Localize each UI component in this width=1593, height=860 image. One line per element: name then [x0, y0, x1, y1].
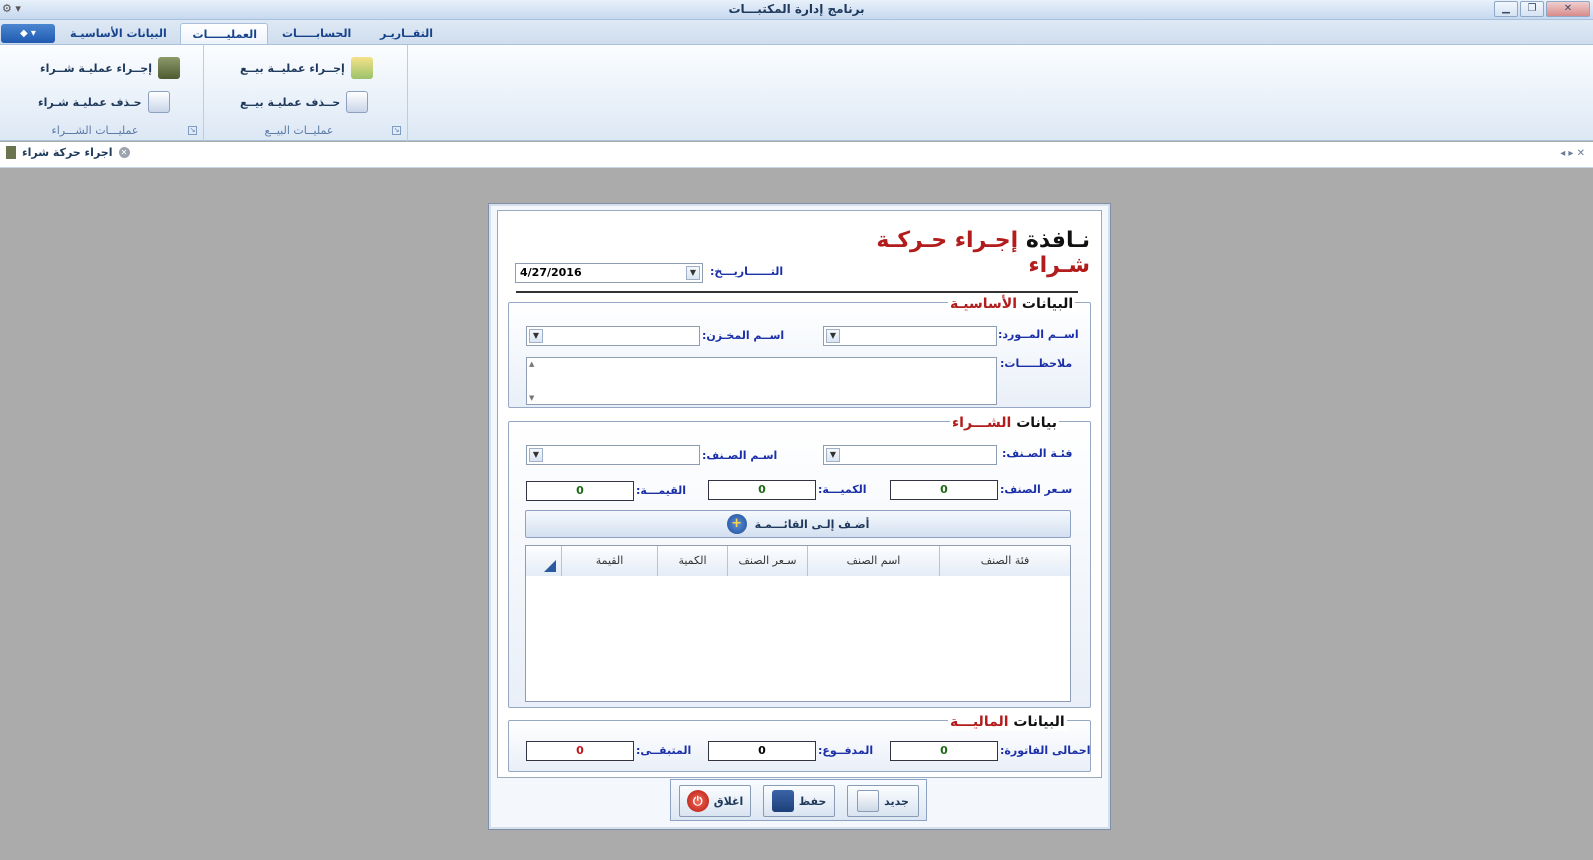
books-icon [158, 57, 180, 79]
value-input[interactable]: 0 [526, 481, 634, 501]
invoice-total-label: احمالى الفاتورة: [1000, 744, 1091, 757]
close-tab-icon[interactable]: ✕ [118, 147, 130, 158]
category-label: فئـة الصـنف: [1002, 447, 1073, 460]
sales-group-label: عمليــات البيــع [264, 124, 334, 137]
new-button[interactable]: جديد [847, 785, 919, 817]
books-icon [6, 146, 16, 159]
do-purchase-label: إجــراء عمليـة شــراء [40, 61, 152, 75]
tab-accounts[interactable]: الحسابـــــات [272, 23, 361, 44]
window-title-bar: ⚙ ▾ برنامج إدارة المكتبـــات ▁ ❐ ✕ [0, 0, 1593, 20]
new-document-icon [857, 790, 880, 812]
delete-document-icon [346, 91, 369, 113]
add-to-list-label: أضـف إلـى القائـــمـة [754, 517, 870, 531]
item-select[interactable]: ▼ [526, 445, 700, 465]
chevron-down-icon[interactable]: ▼ [529, 448, 543, 462]
column-header-price[interactable]: سـعر الصنف [728, 546, 808, 576]
restore-button[interactable]: ❐ [1520, 1, 1544, 17]
delete-purchase-label: حـذف عمليـة شـراء [38, 95, 142, 109]
delete-purchase-button[interactable]: حـذف عمليـة شـراء [38, 89, 170, 115]
price-input[interactable]: 0 [890, 480, 998, 500]
save-disk-icon [771, 790, 794, 812]
ribbon-tab-strip: التقــاريـر الحسابـــــات العمليـــــات … [0, 20, 1593, 44]
ribbon-body: إجــراء عمليـة شــراء حـذف عمليـة شـراء … [0, 44, 1593, 141]
tab-operations[interactable]: العمليـــــات [180, 23, 268, 44]
supplier-label: اســم المــورد: [998, 328, 1079, 341]
dialog-launcher-icon[interactable]: ↘ [392, 126, 401, 135]
delete-sale-button[interactable]: حــذف عمليـة بيــع [240, 89, 369, 115]
doc-tab-label: اجراء حركة شراء [22, 146, 113, 159]
date-label: التــــــاريـــخ: [710, 265, 784, 278]
paid-label: المدفــوع: [818, 744, 874, 757]
money-icon [350, 57, 373, 79]
chevron-down-icon[interactable]: ▼ [686, 266, 700, 280]
date-value: 4/27/2016 [520, 266, 582, 279]
purchase-group-label: عمليـــات الشـــراء [51, 124, 139, 137]
quantity-label: الكميـــة: [818, 483, 867, 496]
close-button[interactable]: اغلاق ⏻ [679, 785, 751, 817]
chevron-down-icon[interactable]: ▼ [826, 448, 840, 462]
new-button-label: جديد [884, 794, 909, 808]
quantity-input[interactable]: 0 [708, 480, 816, 500]
doc-tab-purchase[interactable]: ✕ اجراء حركة شراء [6, 146, 130, 159]
do-sale-button[interactable]: إجــراء عمليــة بيــع [240, 55, 373, 81]
notes-label: ملاحظـــــات: [1000, 357, 1073, 370]
financial-data-title: البيانات الماليـــة [948, 714, 1067, 730]
save-button[interactable]: حفظ [763, 785, 835, 817]
form-heading-word: حـركـة [876, 228, 948, 253]
delete-document-icon [147, 91, 170, 113]
grid-corner[interactable] [526, 546, 562, 576]
price-label: سـعر الصنف: [1000, 483, 1073, 496]
category-select[interactable]: ▼ [823, 445, 997, 465]
warehouse-label: اســم المخـزن: [702, 329, 785, 342]
sort-corner-icon [544, 560, 556, 572]
close-button-label: اغلاق [713, 794, 744, 808]
item-name-label: اسـم الصـنف: [702, 449, 778, 462]
grid-header: القيمة الكمية سـعر الصنف اسم الصنف فئة ا… [526, 546, 1070, 576]
paid-input[interactable]: 0 [708, 741, 816, 761]
dialog-launcher-icon[interactable]: ↘ [188, 126, 197, 135]
window-title: برنامج إدارة المكتبـــات [728, 2, 865, 16]
form-heading: نـافذة إجـراء حـركـة شـراء [820, 228, 1090, 278]
column-header-quantity[interactable]: الكمية [658, 546, 728, 576]
purchase-items-grid[interactable]: القيمة الكمية سـعر الصنف اسم الصنف فئة ا… [525, 545, 1071, 702]
scroll-down-icon[interactable]: ▼ [529, 394, 534, 402]
remaining-input[interactable]: 0 [526, 741, 634, 761]
invoice-total-input[interactable]: 0 [890, 741, 998, 761]
scroll-up-icon[interactable]: ▲ [529, 360, 534, 368]
application-menu-button[interactable]: ◆ ▾ [1, 24, 55, 43]
tab-reports[interactable]: التقــاريـر [370, 23, 443, 44]
delete-sale-label: حــذف عمليـة بيــع [240, 95, 341, 109]
document-tab-strip: ✕ اجراء حركة شراء ◂ ▸ ✕ [0, 142, 1593, 168]
date-picker[interactable]: 4/27/2016 ▼ [515, 263, 703, 283]
tab-scroll-buttons[interactable]: ◂ ▸ ✕ [1560, 148, 1585, 159]
sales-operations-group: إجــراء عمليــة بيــع حــذف عمليـة بيــع… [204, 45, 408, 141]
notes-textarea[interactable]: ▲ ▼ [526, 357, 997, 405]
chevron-down-icon[interactable]: ▼ [529, 329, 543, 343]
column-header-value[interactable]: القيمة [562, 546, 658, 576]
plus-icon: + [726, 514, 747, 534]
do-sale-label: إجــراء عمليــة بيــع [240, 61, 345, 75]
do-purchase-button[interactable]: إجــراء عمليـة شــراء [40, 55, 180, 81]
close-window-button[interactable]: ✕ [1546, 1, 1590, 17]
tab-basic-data[interactable]: البيانات الأساسيـة [60, 23, 177, 44]
warehouse-select[interactable]: ▼ [526, 326, 700, 346]
form-heading-word: إجـراء [954, 228, 1019, 253]
column-header-item-name[interactable]: اسم الصنف [808, 546, 940, 576]
purchase-operations-group: إجــراء عمليـة شــراء حـذف عمليـة شـراء … [0, 45, 204, 141]
form-heading-word: نـافذة [1025, 228, 1090, 253]
add-to-list-button[interactable]: أضـف إلـى القائـــمـة + [525, 510, 1071, 538]
supplier-select[interactable]: ▼ [823, 326, 997, 346]
chevron-down-icon[interactable]: ▼ [826, 329, 840, 343]
save-button-label: حفظ [798, 794, 827, 808]
minimize-button[interactable]: ▁ [1494, 1, 1518, 17]
remaining-label: المتبقــى: [636, 744, 692, 757]
power-icon: ⏻ [686, 790, 709, 812]
basic-data-title: البيانات الأساسيـة [948, 296, 1076, 312]
column-header-category[interactable]: فئة الصنف [940, 546, 1070, 576]
form-action-bar: جديد حفظ اغلاق ⏻ [670, 779, 927, 821]
value-label: القيمـــة: [636, 484, 687, 497]
divider [516, 291, 1078, 293]
purchase-data-title: بيانات الشـــراء [950, 415, 1060, 431]
form-heading-word: شـراء [1028, 253, 1090, 278]
